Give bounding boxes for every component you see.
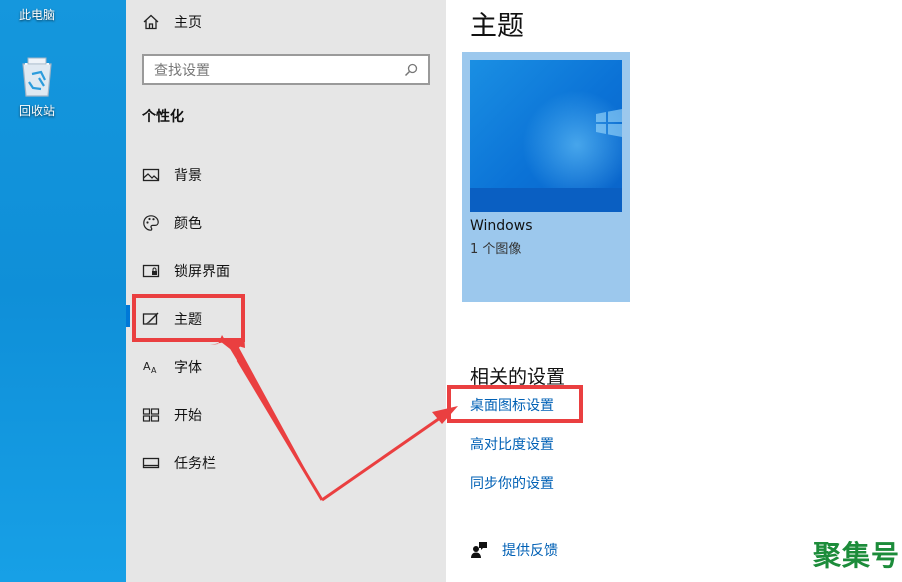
picture-icon bbox=[142, 168, 160, 182]
sidebar-item-label: 主页 bbox=[174, 15, 202, 31]
sidebar-item-label: 颜色 bbox=[174, 216, 202, 232]
home-icon bbox=[143, 14, 159, 30]
svg-text:A: A bbox=[151, 366, 157, 375]
search-icon bbox=[404, 63, 418, 76]
desktop-icon-label: 此电脑 bbox=[18, 8, 55, 22]
page-title: 主题 bbox=[470, 11, 524, 42]
sidebar-item-label: 字体 bbox=[174, 360, 202, 376]
desktop-icon-label: 回收站 bbox=[18, 104, 55, 118]
sync-settings-link[interactable]: 同步你的设置 bbox=[470, 473, 554, 493]
annotation-box-desktop-icon-link bbox=[447, 385, 583, 423]
taskbar-icon bbox=[142, 457, 160, 469]
search-placeholder: 查找设置 bbox=[154, 62, 210, 79]
sidebar-item-fonts[interactable]: AA 字体 bbox=[142, 351, 202, 383]
sidebar-item-label: 任务栏 bbox=[174, 456, 216, 472]
sidebar-item-colors[interactable]: 颜色 bbox=[142, 207, 202, 239]
settings-main-panel: 主题 Windows 1 个图像 相关的设置 桌面图标设置 高对比度设置 同步你… bbox=[446, 0, 902, 582]
recycle-bin-icon bbox=[22, 57, 52, 97]
search-input[interactable]: 查找设置 bbox=[142, 54, 430, 85]
watermark-text: 聚集号 bbox=[812, 539, 900, 572]
theme-preview-image bbox=[470, 60, 622, 212]
lock-screen-icon bbox=[142, 264, 160, 278]
sidebar-item-label: 锁屏界面 bbox=[174, 264, 230, 280]
sidebar-item-start[interactable]: 开始 bbox=[142, 399, 202, 431]
feedback-link[interactable]: 提供反馈 bbox=[470, 540, 558, 560]
sidebar-item-lock-screen[interactable]: 锁屏界面 bbox=[142, 255, 230, 287]
high-contrast-settings-link[interactable]: 高对比度设置 bbox=[470, 434, 554, 454]
svg-text:A: A bbox=[143, 360, 151, 373]
selection-indicator bbox=[126, 305, 130, 327]
feedback-label: 提供反馈 bbox=[502, 543, 558, 559]
theme-name: Windows bbox=[470, 218, 533, 234]
sidebar-item-label: 背景 bbox=[174, 168, 202, 184]
sidebar-item-background[interactable]: 背景 bbox=[142, 159, 202, 191]
theme-card-windows[interactable]: Windows 1 个图像 bbox=[462, 52, 630, 302]
settings-sidebar: 主页 查找设置 个性化 背景 颜色 锁屏界面 主题 AA 字体 开始 任务栏 bbox=[126, 0, 446, 582]
annotation-box-theme bbox=[132, 294, 245, 342]
desktop-icon-recycle-bin[interactable]: 回收站 bbox=[0, 56, 77, 119]
sidebar-item-label: 开始 bbox=[174, 408, 202, 424]
desktop-icon-this-pc[interactable]: 此电脑 bbox=[0, 6, 77, 23]
section-title: 个性化 bbox=[142, 109, 184, 125]
feedback-person-icon bbox=[471, 542, 487, 558]
windows-logo-icon bbox=[596, 109, 622, 137]
font-icon: AA bbox=[143, 360, 157, 375]
sidebar-item-taskbar[interactable]: 任务栏 bbox=[142, 447, 216, 479]
desktop-area: 此电脑 回收站 bbox=[0, 0, 126, 582]
start-icon bbox=[142, 408, 160, 422]
theme-image-count: 1 个图像 bbox=[470, 242, 522, 257]
sidebar-item-home[interactable]: 主页 bbox=[142, 6, 202, 38]
palette-icon bbox=[143, 215, 159, 231]
